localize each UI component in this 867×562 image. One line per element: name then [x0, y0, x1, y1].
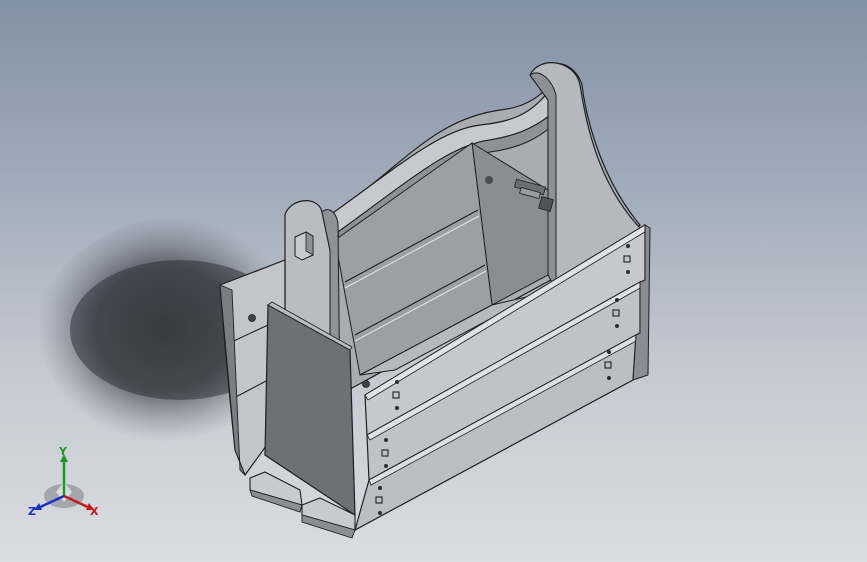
triad-x-label: X [90, 505, 99, 518]
triad-z-label: Z [28, 505, 36, 518]
left-screw-2 [362, 380, 370, 388]
triad-y-label: Y [59, 445, 67, 458]
view-orientation-triad[interactable]: Y X Z [22, 446, 112, 526]
left-screw-1 [248, 314, 256, 322]
handle-knob-side [305, 231, 314, 256]
divider-hole [485, 176, 493, 184]
graphics-viewport[interactable]: Y X Z [0, 0, 867, 562]
model-view[interactable] [0, 0, 867, 562]
